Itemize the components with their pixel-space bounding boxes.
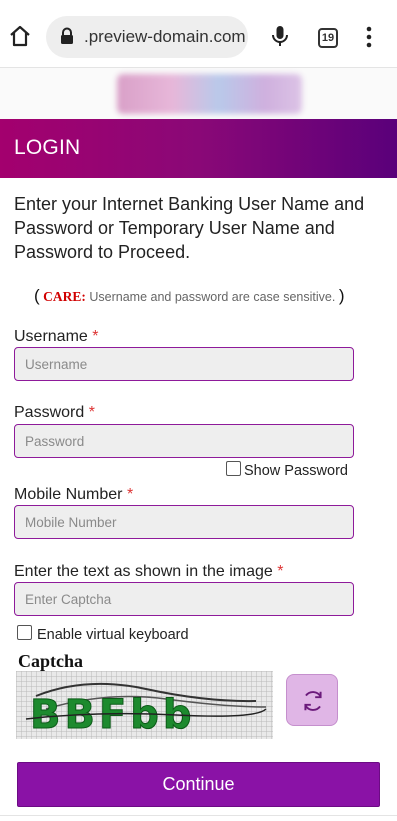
- login-header: LOGIN: [0, 119, 397, 178]
- site-header: [0, 68, 397, 120]
- required-marker: *: [277, 563, 284, 580]
- required-marker: *: [92, 328, 99, 345]
- username-label-text: Username: [14, 328, 93, 345]
- tab-count-button[interactable]: 19: [318, 28, 338, 48]
- mobile-label-text: Mobile Number: [14, 486, 127, 503]
- virtual-keyboard-label[interactable]: Enable virtual keyboard: [37, 627, 189, 643]
- show-password-checkbox[interactable]: [226, 461, 241, 476]
- care-text: Username and password are case sensitive…: [85, 290, 339, 304]
- lock-icon: [60, 27, 74, 45]
- virtual-keyboard-checkbox[interactable]: [17, 625, 32, 640]
- password-input[interactable]: [14, 424, 354, 458]
- mobile-number-input[interactable]: [14, 505, 354, 539]
- address-bar[interactable]: .preview-domain.com: [46, 16, 248, 58]
- home-icon[interactable]: [8, 24, 32, 48]
- username-label: Username *: [14, 328, 98, 346]
- captcha-input-label-text: Enter the text as shown in the image: [14, 563, 278, 580]
- captcha-image: BBFbb: [16, 671, 273, 739]
- url-text: .preview-domain.com: [84, 27, 246, 46]
- divider: [0, 815, 397, 816]
- more-vert-icon[interactable]: [362, 26, 376, 48]
- captcha-title: Captcha: [18, 651, 84, 671]
- password-label: Password *: [14, 404, 95, 422]
- refresh-icon: [300, 688, 326, 714]
- show-password-label[interactable]: Show Password: [244, 463, 348, 479]
- login-instructions: Enter your Internet Banking User Name an…: [14, 194, 365, 262]
- password-label-text: Password: [14, 404, 89, 421]
- page-title: LOGIN: [14, 136, 81, 159]
- continue-button[interactable]: Continue: [17, 762, 380, 807]
- bank-logo: [117, 74, 302, 114]
- required-marker: *: [126, 486, 134, 503]
- username-input[interactable]: [14, 347, 354, 381]
- mobile-label: Mobile Number *: [14, 486, 133, 504]
- care-label: CARE:: [43, 289, 86, 304]
- care-note: ( CARE: Username and password are case s…: [34, 286, 344, 306]
- refresh-captcha-button[interactable]: [286, 674, 338, 726]
- mic-icon[interactable]: [268, 24, 292, 48]
- care-open-paren: (: [34, 286, 40, 305]
- captcha-input-label: Enter the text as shown in the image *: [14, 563, 284, 581]
- captcha-input[interactable]: [14, 582, 354, 616]
- care-close-paren: ): [338, 286, 345, 305]
- browser-toolbar: .preview-domain.com 19: [0, 0, 397, 68]
- required-marker: *: [88, 404, 95, 421]
